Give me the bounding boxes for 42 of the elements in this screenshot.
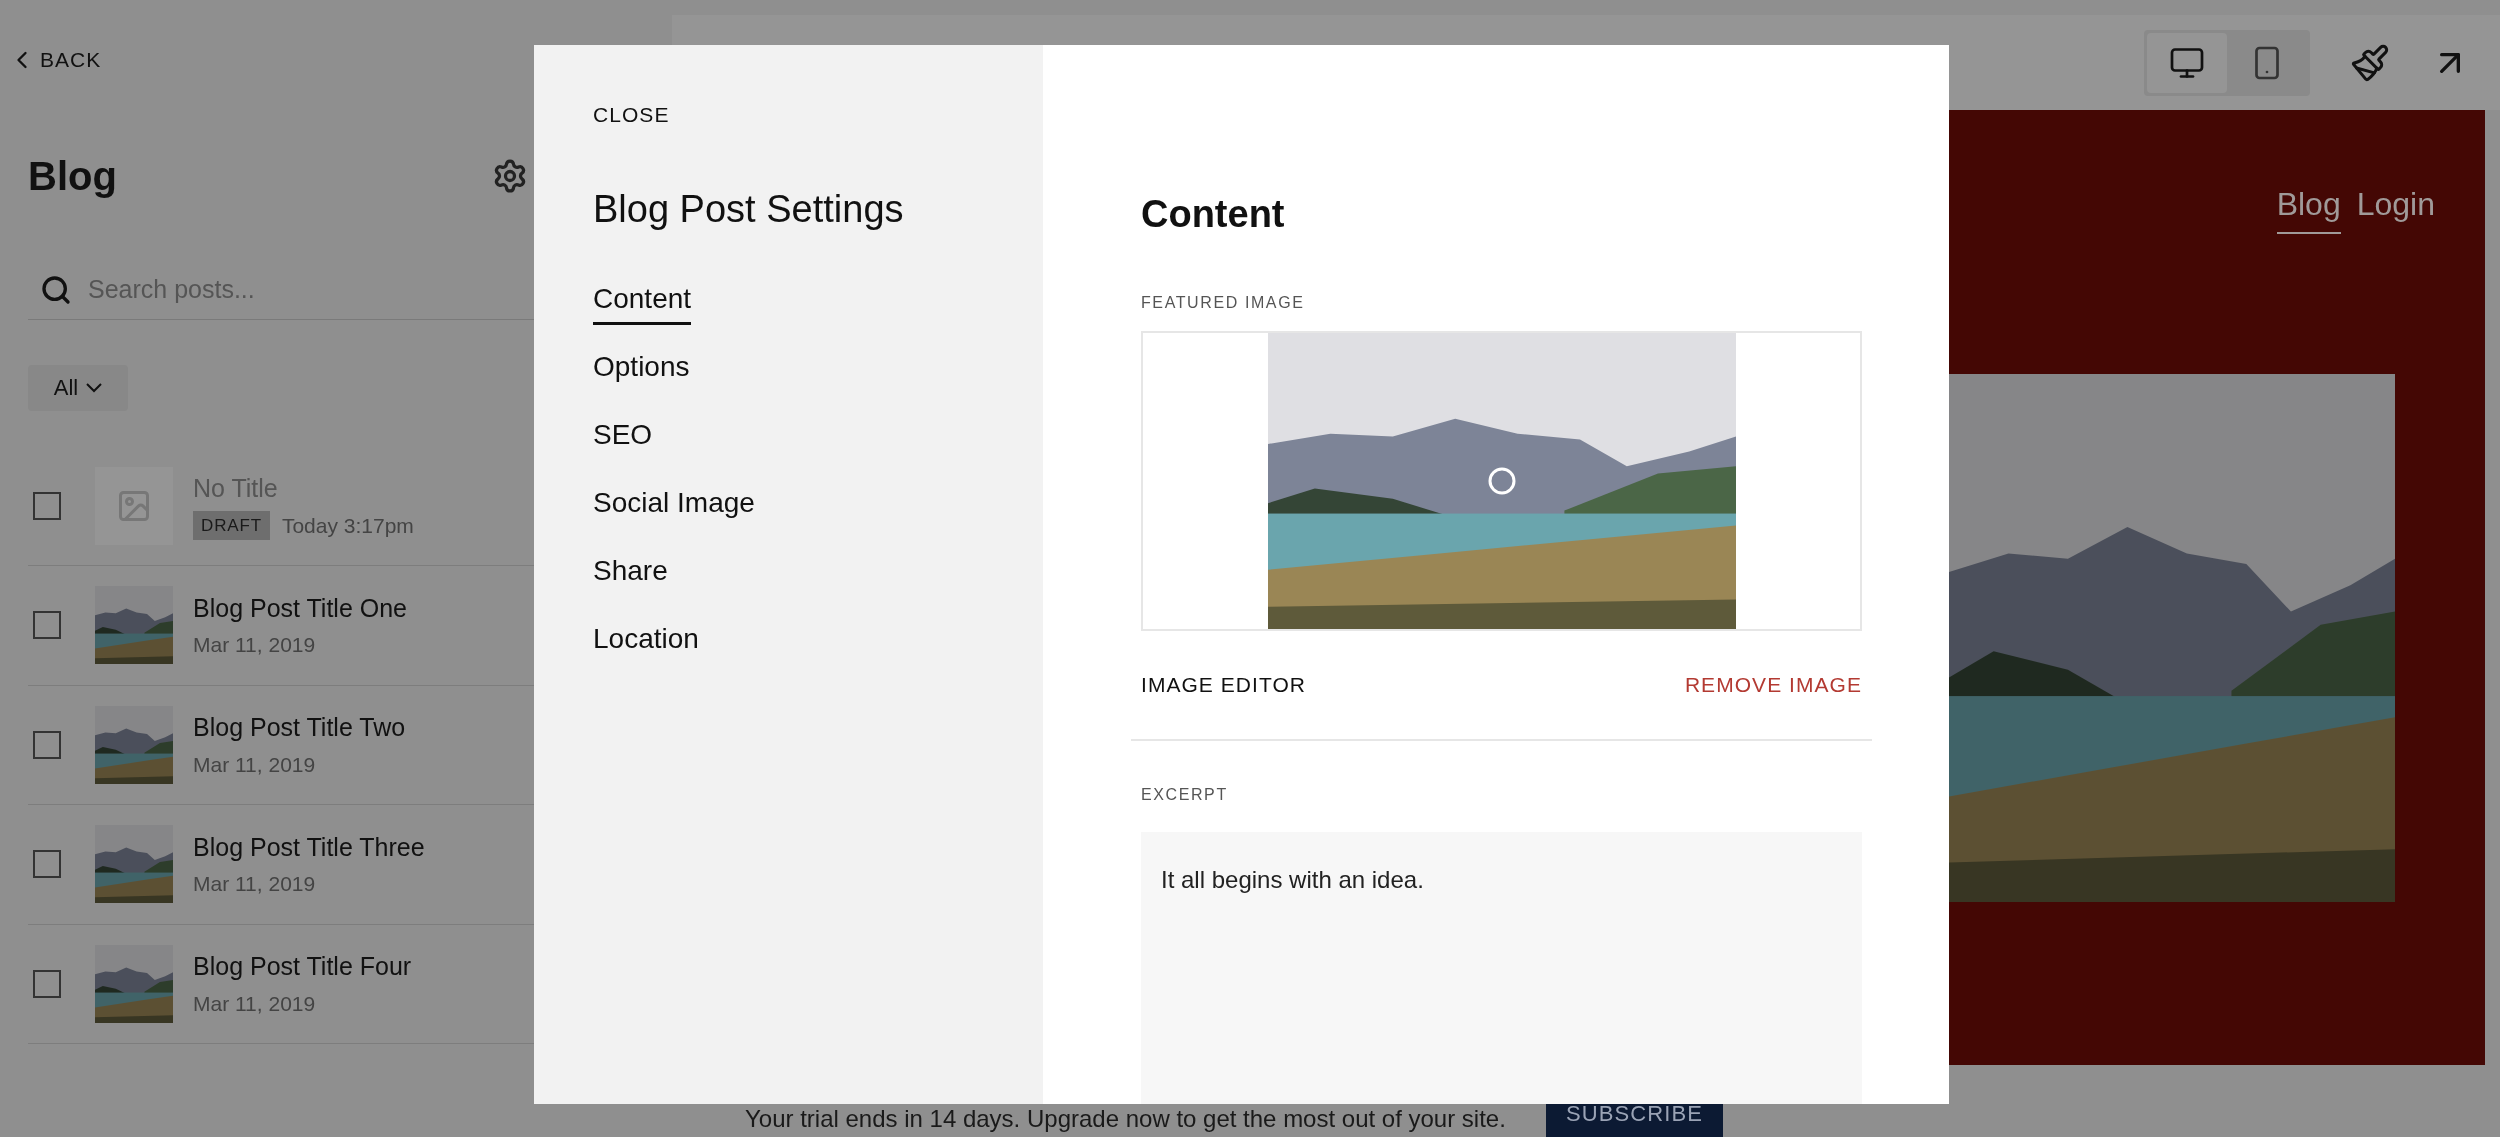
post-date: Mar 11, 2019 — [193, 632, 316, 659]
post-date: Mar 11, 2019 — [193, 990, 316, 1017]
chevron-down-icon — [86, 382, 103, 393]
paintbrush-icon[interactable] — [2350, 42, 2390, 83]
site-nav-link[interactable]: Login — [2356, 180, 2435, 234]
checkbox[interactable] — [33, 850, 61, 879]
modal-title: Blog Post Settings — [593, 186, 905, 232]
settings-tab[interactable]: Options — [593, 345, 690, 393]
post-title[interactable]: Blog Post Title One — [193, 589, 407, 628]
excerpt-label: EXCERPT — [1141, 784, 1229, 805]
site-nav-link[interactable]: Blog — [2276, 180, 2341, 234]
settings-icon[interactable] — [492, 157, 528, 194]
draft-badge: DRAFT — [193, 510, 270, 541]
back-button[interactable]: BACK — [8, 44, 102, 76]
section-heading: Content — [1141, 195, 1286, 233]
settings-tab[interactable]: Share — [593, 549, 668, 597]
post-title[interactable]: Blog Post Title Four — [193, 948, 412, 986]
close-button[interactable]: CLOSE — [593, 99, 670, 131]
settings-tab[interactable]: Social Image — [593, 481, 755, 529]
post-title[interactable]: Blog Post Title Two — [193, 709, 406, 747]
image-editor-link[interactable]: IMAGE EDITOR — [1141, 669, 1307, 701]
settings-tab[interactable]: Location — [593, 617, 699, 665]
post-title[interactable]: Blog Post Title Three — [193, 828, 425, 867]
focal-point-icon[interactable] — [1486, 466, 1517, 496]
checkbox[interactable] — [33, 969, 61, 998]
filter-dropdown[interactable]: All — [28, 364, 128, 411]
excerpt-field[interactable]: It all begins with an idea. — [1141, 831, 1862, 1104]
checkbox[interactable] — [33, 611, 61, 640]
settings-tab[interactable]: Content — [593, 277, 692, 325]
desktop-view-button[interactable] — [2147, 32, 2227, 93]
checkbox[interactable] — [33, 491, 61, 520]
search-icon — [40, 274, 72, 306]
post-date: Today 3:17pm — [281, 512, 414, 539]
search-field[interactable]: Search posts... — [88, 271, 534, 309]
checkbox[interactable] — [33, 730, 61, 759]
post-date: Mar 11, 2019 — [193, 871, 316, 898]
featured-image-label: FEATURED IMAGE — [1141, 293, 1306, 313]
settings-tab[interactable]: SEO — [593, 413, 653, 461]
trial-message: Your trial ends in 14 days. Upgrade now to get the most out of your site. — [745, 1107, 1506, 1134]
sidebar-title: Blog — [28, 152, 117, 200]
post-date: Mar 11, 2019 — [193, 751, 316, 778]
remove-image-link[interactable]: REMOVE IMAGE — [1684, 669, 1862, 701]
